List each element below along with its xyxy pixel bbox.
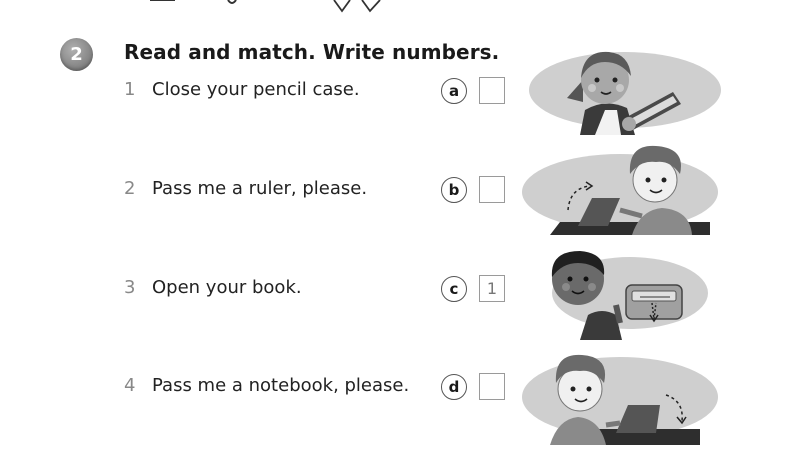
item-number: 4 bbox=[124, 375, 136, 396]
picture-letter-label: b bbox=[441, 177, 467, 203]
picture-letter-label: a bbox=[441, 78, 467, 104]
answer-box[interactable]: 1 bbox=[479, 275, 505, 302]
item-number: 3 bbox=[124, 277, 136, 298]
boy-closing-book-illustration bbox=[522, 145, 718, 235]
item-sentence: Pass me a ruler, please. bbox=[152, 178, 368, 199]
answer-box[interactable] bbox=[479, 176, 505, 203]
answer-box[interactable] bbox=[479, 373, 505, 400]
item-number: 2 bbox=[124, 178, 136, 199]
item-number: 1 bbox=[124, 79, 136, 100]
item-sentence: Open your book. bbox=[152, 277, 302, 298]
item-sentence: Close your pencil case. bbox=[152, 79, 360, 100]
boy-opening-book-illustration bbox=[522, 354, 718, 445]
girl-holding-notebook-illustration bbox=[529, 51, 721, 135]
exercise-number-badge: 2 bbox=[60, 38, 93, 71]
item-sentence: Pass me a notebook, please. bbox=[152, 375, 410, 396]
boy-holding-pencil-case-illustration bbox=[551, 251, 708, 340]
exercise-title: Read and match. Write numbers. bbox=[124, 40, 500, 64]
picture-letter-label: c bbox=[441, 276, 467, 302]
previous-exercise-cutoff bbox=[150, 0, 381, 13]
answer-box[interactable] bbox=[479, 77, 505, 104]
picture-letter-label: d bbox=[441, 374, 467, 400]
